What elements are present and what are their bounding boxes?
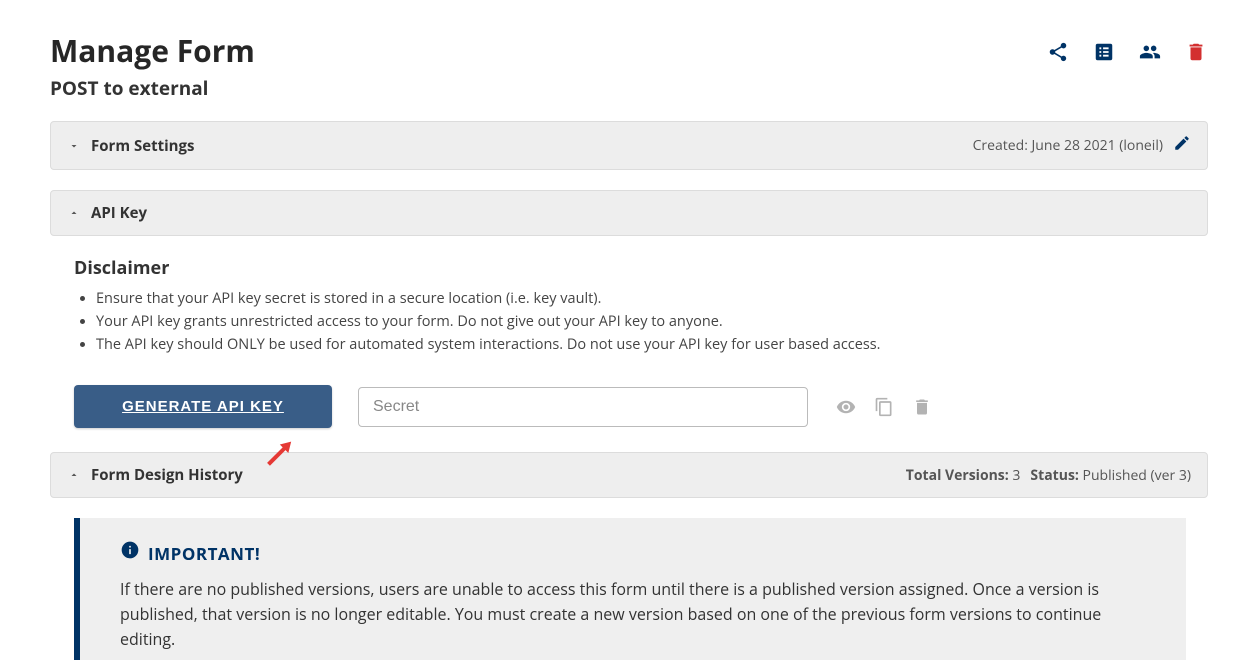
form-settings-label: Form Settings — [91, 136, 194, 156]
form-settings-panel-header[interactable]: Form Settings Created: June 28 2021 (lon… — [50, 121, 1208, 170]
trash-icon[interactable] — [910, 395, 934, 419]
secret-input[interactable] — [358, 387, 808, 427]
share-icon[interactable] — [1046, 40, 1070, 64]
page-title: Manage Form — [50, 30, 255, 71]
disclaimer-item: The API key should ONLY be used for auto… — [96, 334, 1184, 355]
copy-icon[interactable] — [872, 395, 896, 419]
chevron-up-icon — [67, 206, 81, 220]
action-icon-bar — [1046, 30, 1208, 64]
delete-icon[interactable] — [1184, 40, 1208, 64]
chevron-down-icon — [67, 139, 81, 153]
people-icon[interactable] — [1138, 40, 1162, 64]
visibility-icon[interactable] — [834, 395, 858, 419]
info-icon — [120, 540, 140, 567]
important-callout: IMPORTANT! If there are no published ver… — [74, 518, 1186, 660]
important-title: IMPORTANT! — [148, 541, 260, 567]
edit-icon[interactable] — [1173, 134, 1191, 157]
chevron-up-icon — [67, 468, 81, 482]
api-key-panel-header[interactable]: API Key — [50, 190, 1208, 236]
disclaimer-item: Your API key grants unrestricted access … — [96, 311, 1184, 332]
status: Status: Published (ver 3) — [1030, 466, 1191, 485]
disclaimer-item: Ensure that your API key secret is store… — [96, 288, 1184, 309]
total-versions: Total Versions: 3 — [906, 466, 1021, 485]
design-history-panel-header[interactable]: Form Design History Total Versions: 3 St… — [50, 452, 1208, 498]
list-icon[interactable] — [1092, 40, 1116, 64]
api-key-label: API Key — [91, 203, 147, 223]
disclaimer-list: Ensure that your API key secret is store… — [74, 288, 1184, 355]
important-body: If there are no published versions, user… — [120, 577, 1146, 651]
generate-api-key-button[interactable]: GENERATE API KEY — [74, 385, 332, 428]
created-info: Created: June 28 2021 (loneil) — [973, 136, 1163, 155]
page-subtitle: POST to external — [50, 75, 255, 101]
disclaimer-title: Disclaimer — [74, 256, 1184, 280]
design-history-label: Form Design History — [91, 465, 243, 485]
